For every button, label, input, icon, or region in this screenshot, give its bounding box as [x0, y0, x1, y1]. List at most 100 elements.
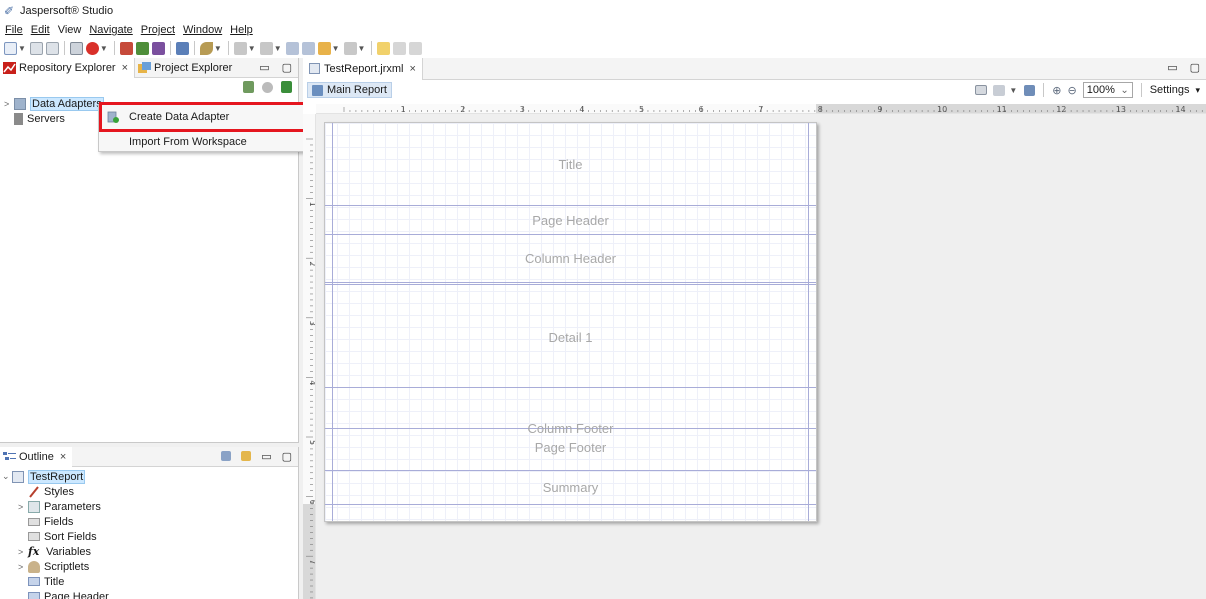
- report-page[interactable]: Title Page Header Column Header Detail 1…: [324, 122, 817, 522]
- expand-icon[interactable]: >: [18, 547, 28, 557]
- app-title: Jaspersoft® Studio: [20, 5, 114, 17]
- prev-annotation-icon[interactable]: [259, 41, 273, 55]
- band-column-footer[interactable]: Column Footer: [325, 388, 816, 436]
- chart-icon[interactable]: [151, 41, 165, 55]
- outline-item-label: Fields: [44, 515, 74, 528]
- menu-edit[interactable]: Edit: [28, 24, 55, 36]
- ruler-number: 2: [460, 105, 465, 114]
- band-page-footer[interactable]: Page Footer: [325, 425, 816, 471]
- dropdown-caret-icon[interactable]: ▼: [274, 44, 282, 53]
- undo-icon[interactable]: [393, 41, 407, 55]
- ruler-number: 12: [1056, 105, 1066, 114]
- menu-help[interactable]: Help: [227, 24, 258, 36]
- run-icon[interactable]: [85, 41, 99, 55]
- zoom-select[interactable]: 100% ⌄: [1082, 82, 1133, 98]
- next-annotation-icon[interactable]: [233, 41, 247, 55]
- tab-repository-explorer[interactable]: Repository Explorer ×: [0, 57, 136, 78]
- report-icon[interactable]: [119, 41, 133, 55]
- dropdown-caret-icon[interactable]: ▼: [1009, 86, 1017, 95]
- link-icon[interactable]: [262, 81, 273, 93]
- dropdown-caret-icon[interactable]: ▼: [100, 44, 108, 53]
- settings-caret-icon[interactable]: ▾: [1195, 85, 1200, 96]
- outline-item-label: Sort Fields: [44, 530, 97, 543]
- minimize-icon[interactable]: ▭: [1167, 61, 1177, 74]
- tab-project-explorer[interactable]: Project Explorer: [135, 58, 238, 78]
- outline-item-page-header[interactable]: Page Header: [2, 589, 298, 599]
- editor-right-tools: ▼ ⊕ ⊖ 100% ⌄ Settings ▾: [975, 82, 1200, 98]
- pen-icon[interactable]: [199, 41, 213, 55]
- maximize-icon[interactable]: ▢: [1190, 61, 1200, 74]
- outline-item-label: Title: [44, 575, 65, 588]
- outline-root-testreport[interactable]: ⌄ TestReport: [2, 469, 298, 484]
- ruler-number: 1: [401, 105, 406, 114]
- minimize-icon[interactable]: ▭: [259, 61, 269, 74]
- zoom-out-icon[interactable]: ⊖: [1068, 84, 1077, 97]
- forward-icon[interactable]: [343, 41, 357, 55]
- expand-icon[interactable]: >: [4, 99, 14, 109]
- publish-icon[interactable]: [175, 41, 189, 55]
- menu-navigate[interactable]: Navigate: [86, 24, 137, 36]
- outline-item-variables[interactable]: > fx Variables: [2, 544, 298, 559]
- left-panel-window-controls: ▭ ▢: [259, 61, 292, 74]
- print-icon[interactable]: [69, 41, 83, 55]
- outline-item-sort-fields[interactable]: Sort Fields: [2, 529, 298, 544]
- collapse-icon[interactable]: ⌄: [2, 471, 12, 482]
- tab-outline[interactable]: Outline ×: [0, 446, 73, 467]
- save-all-icon[interactable]: [45, 41, 59, 55]
- outline-item-title[interactable]: Title: [2, 574, 298, 589]
- band-title[interactable]: Title: [325, 123, 816, 206]
- preview-icon[interactable]: [975, 85, 988, 95]
- menu-window[interactable]: Window: [180, 24, 227, 36]
- maximize-icon[interactable]: ▢: [282, 450, 292, 463]
- toolbar-separator: [371, 41, 373, 55]
- fields-icon: [28, 517, 40, 526]
- main-report-button[interactable]: Main Report: [307, 82, 392, 98]
- new-window-icon[interactable]: [377, 41, 391, 55]
- band-summary[interactable]: Summary: [325, 471, 816, 505]
- outline-item-scriptlets[interactable]: > Scriptlets: [2, 559, 298, 574]
- outline-item-label: Styles: [44, 485, 74, 498]
- tab-project-explorer-label: Project Explorer: [154, 61, 233, 74]
- dropdown-caret-icon[interactable]: ▼: [214, 44, 222, 53]
- back-icon[interactable]: [317, 41, 331, 55]
- dropdown-caret-icon[interactable]: ▼: [18, 44, 26, 53]
- new-element-icon[interactable]: [241, 451, 252, 461]
- report-icon: [12, 470, 24, 483]
- new-file-icon[interactable]: [4, 41, 17, 55]
- minimize-icon[interactable]: ▭: [261, 450, 271, 463]
- save-icon[interactable]: [29, 41, 43, 55]
- close-icon[interactable]: ×: [409, 63, 415, 75]
- outline-item-styles[interactable]: Styles: [2, 484, 298, 499]
- expand-icon[interactable]: >: [18, 562, 28, 572]
- settings-button[interactable]: Settings: [1150, 84, 1190, 96]
- import-adapter-icon[interactable]: [281, 81, 292, 93]
- menu-project[interactable]: Project: [138, 24, 180, 36]
- forward-edit-icon[interactable]: [301, 41, 315, 55]
- add-data-adapter-icon[interactable]: [243, 81, 254, 93]
- redo-icon[interactable]: [409, 41, 423, 55]
- tab-outline-label: Outline: [19, 450, 54, 463]
- save-icon[interactable]: [1024, 84, 1036, 96]
- maximize-icon[interactable]: ▢: [282, 61, 292, 74]
- expand-icon[interactable]: >: [18, 502, 28, 512]
- dropdown-caret-icon[interactable]: ▼: [248, 44, 256, 53]
- close-icon[interactable]: ×: [122, 62, 128, 74]
- outline-item-parameters[interactable]: > Parameters: [2, 499, 298, 514]
- ruler-number: 8: [818, 105, 823, 114]
- dropdown-caret-icon[interactable]: ▼: [332, 44, 340, 53]
- dataset-icon[interactable]: [135, 41, 149, 55]
- zoom-in-icon[interactable]: ⊕: [1052, 84, 1061, 97]
- outline-item-fields[interactable]: Fields: [2, 514, 298, 529]
- tab-testreport-jrxml[interactable]: TestReport.jrxml ×: [303, 57, 423, 80]
- print-icon[interactable]: [993, 84, 1006, 96]
- band-page-header[interactable]: Page Header: [325, 206, 816, 235]
- dropdown-caret-icon[interactable]: ▼: [358, 44, 366, 53]
- close-icon[interactable]: ×: [60, 451, 66, 463]
- band-column-header[interactable]: Column Header: [325, 235, 816, 285]
- menu-view[interactable]: View: [55, 24, 87, 36]
- collapse-all-icon[interactable]: [221, 451, 232, 461]
- ruler-number: 11: [997, 105, 1007, 114]
- last-edit-icon[interactable]: [285, 41, 299, 55]
- band-detail-1[interactable]: Detail 1: [325, 288, 816, 388]
- menu-file[interactable]: File: [2, 24, 28, 36]
